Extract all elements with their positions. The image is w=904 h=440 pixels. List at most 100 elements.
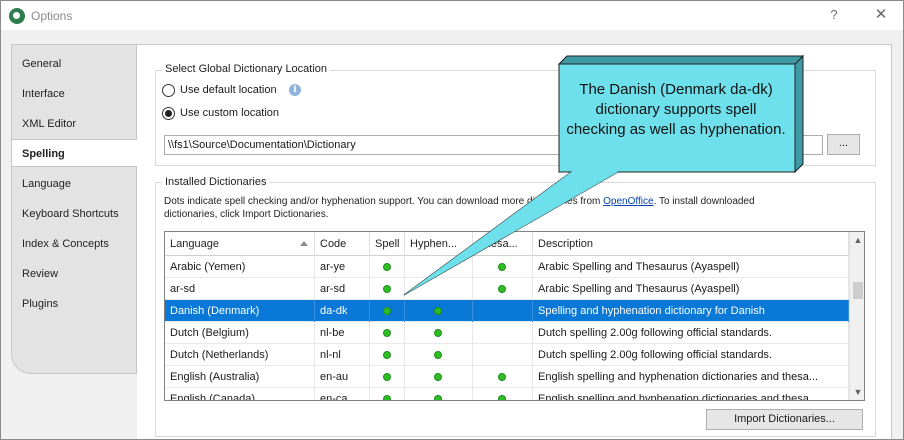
options-dialog: Options ? ✕ General Interface XML Editor… [0,0,904,440]
cell-code: en-au [315,366,370,388]
support-dot-icon [383,307,391,315]
window-title: Options [31,9,73,23]
cell-thesaurus [473,344,533,366]
cell-thesaurus [473,278,533,300]
sidebar: General Interface XML Editor Spelling La… [11,44,137,374]
app-logo-icon [9,8,25,24]
cell-language: Dutch (Netherlands) [165,344,315,366]
cell-hyphen [405,256,473,278]
custom-location-radio[interactable] [162,107,175,120]
cell-spell [370,278,405,300]
chevron-up-icon[interactable]: ▲ [850,232,864,248]
cell-hyphen [405,278,473,300]
table-row[interactable]: English (Canada) en-ca English spelling an… [165,388,849,400]
cell-spell [370,322,405,344]
cell-thesaurus [473,256,533,278]
table-row[interactable]: ar-sd ar-sd Arabic Spelling and Thesaurus … [165,278,849,300]
cell-language: Arabic (Yemen) [165,256,315,278]
dictionaries-table: Language Code Spell Hyphen... Thesa... D… [164,231,865,401]
description-text-part2: . To install downloaded [653,196,755,207]
table-row[interactable]: Dutch (Netherlands) nl-nl Dutch spelling 2… [165,344,849,366]
cell-code: da-dk [315,300,370,322]
support-dot-icon [498,373,506,381]
cell-hyphen [405,344,473,366]
custom-location-label[interactable]: Use custom location [180,107,279,119]
sidebar-item-index-concepts[interactable]: Index & Concepts [12,230,136,258]
column-header-thesaurus[interactable]: Thesa... [473,232,533,256]
support-dot-icon [434,373,442,381]
cell-language: Danish (Denmark) [165,300,315,322]
support-dot-icon [383,351,391,359]
close-button[interactable]: ✕ [873,5,889,23]
support-dot-icon [383,395,391,400]
cell-code: ar-sd [315,278,370,300]
cell-description: Arabic Spelling and Thesaurus (Ayaspell) [533,256,849,278]
cell-code: nl-nl [315,344,370,366]
sidebar-item-spelling[interactable]: Spelling [12,139,137,167]
cell-thesaurus [473,366,533,388]
cell-hyphen [405,322,473,344]
table-header: Language Code Spell Hyphen... Thesa... D… [165,232,849,256]
sort-ascending-icon [300,241,308,246]
table-row[interactable]: Arabic (Yemen) ar-ye Arabic Spelling and T… [165,256,849,278]
support-dot-icon [434,307,442,315]
cell-code: nl-be [315,322,370,344]
cell-description: Dutch spelling 2.00g following official … [533,344,849,366]
cell-spell [370,300,405,322]
column-header-spell[interactable]: Spell [370,232,405,256]
support-dot-icon [434,351,442,359]
cell-thesaurus [473,300,533,322]
default-location-radio[interactable] [162,84,175,97]
support-dot-icon [383,373,391,381]
sidebar-item-xml-editor[interactable]: XML Editor [12,110,136,138]
vertical-scrollbar[interactable]: ▲ ▼ [849,232,864,400]
cell-code: en-ca [315,388,370,400]
browse-button[interactable]: ... [827,134,860,155]
table-row[interactable]: English (Australia) en-au English spelling… [165,366,849,388]
column-header-language[interactable]: Language [165,232,315,256]
cell-description: Spelling and hyphenation dictionary for … [533,300,849,322]
column-header-code[interactable]: Code [315,232,370,256]
description-text-line2: dictionaries, click Import Dictionaries. [164,209,329,220]
cell-description: Arabic Spelling and Thesaurus (Ayaspell) [533,278,849,300]
cell-spell [370,388,405,400]
description-text-part1: Dots indicate spell checking and/or hyph… [164,196,604,207]
sidebar-item-keyboard-shortcuts[interactable]: Keyboard Shortcuts [12,200,136,228]
cell-spell [370,366,405,388]
support-dot-icon [498,395,506,400]
default-location-label[interactable]: Use default location [180,84,277,96]
cell-code: ar-ye [315,256,370,278]
cell-hyphen [405,366,473,388]
scrollbar-thumb[interactable] [853,282,863,299]
cell-description: English spelling and hyphenation diction… [533,388,849,400]
support-dot-icon [434,395,442,400]
table-row[interactable]: Dutch (Belgium) nl-be Dutch spelling 2.00g… [165,322,849,344]
support-dot-icon [498,285,506,293]
sidebar-item-language[interactable]: Language [12,170,136,198]
cell-thesaurus [473,388,533,400]
column-header-language-label: Language [170,238,219,250]
sidebar-item-plugins[interactable]: Plugins [12,290,136,318]
cell-language: Dutch (Belgium) [165,322,315,344]
support-dot-icon [434,329,442,337]
cell-hyphen [405,300,473,322]
cell-language: English (Australia) [165,366,315,388]
help-button[interactable]: ? [827,7,841,22]
chevron-down-icon[interactable]: ▼ [850,384,864,400]
table-row[interactable]: Danish (Denmark) da-dk Spelling and hyphen… [165,300,849,322]
sidebar-item-general[interactable]: General [12,50,136,78]
cell-language: ar-sd [165,278,315,300]
info-icon[interactable]: i [289,84,301,96]
cell-language: English (Canada) [165,388,315,400]
sidebar-item-review[interactable]: Review [12,260,136,288]
openoffice-link[interactable]: OpenOffice [603,196,653,207]
support-dot-icon [498,263,506,271]
column-header-description[interactable]: Description [533,232,849,256]
callout-text: The Danish (Denmark da-dk) dictionary su… [566,81,786,138]
column-header-hyphenation[interactable]: Hyphen... [405,232,473,256]
cell-thesaurus [473,322,533,344]
cell-spell [370,344,405,366]
cell-hyphen [405,388,473,400]
import-dictionaries-button[interactable]: Import Dictionaries... [706,409,863,430]
sidebar-item-interface[interactable]: Interface [12,80,136,108]
